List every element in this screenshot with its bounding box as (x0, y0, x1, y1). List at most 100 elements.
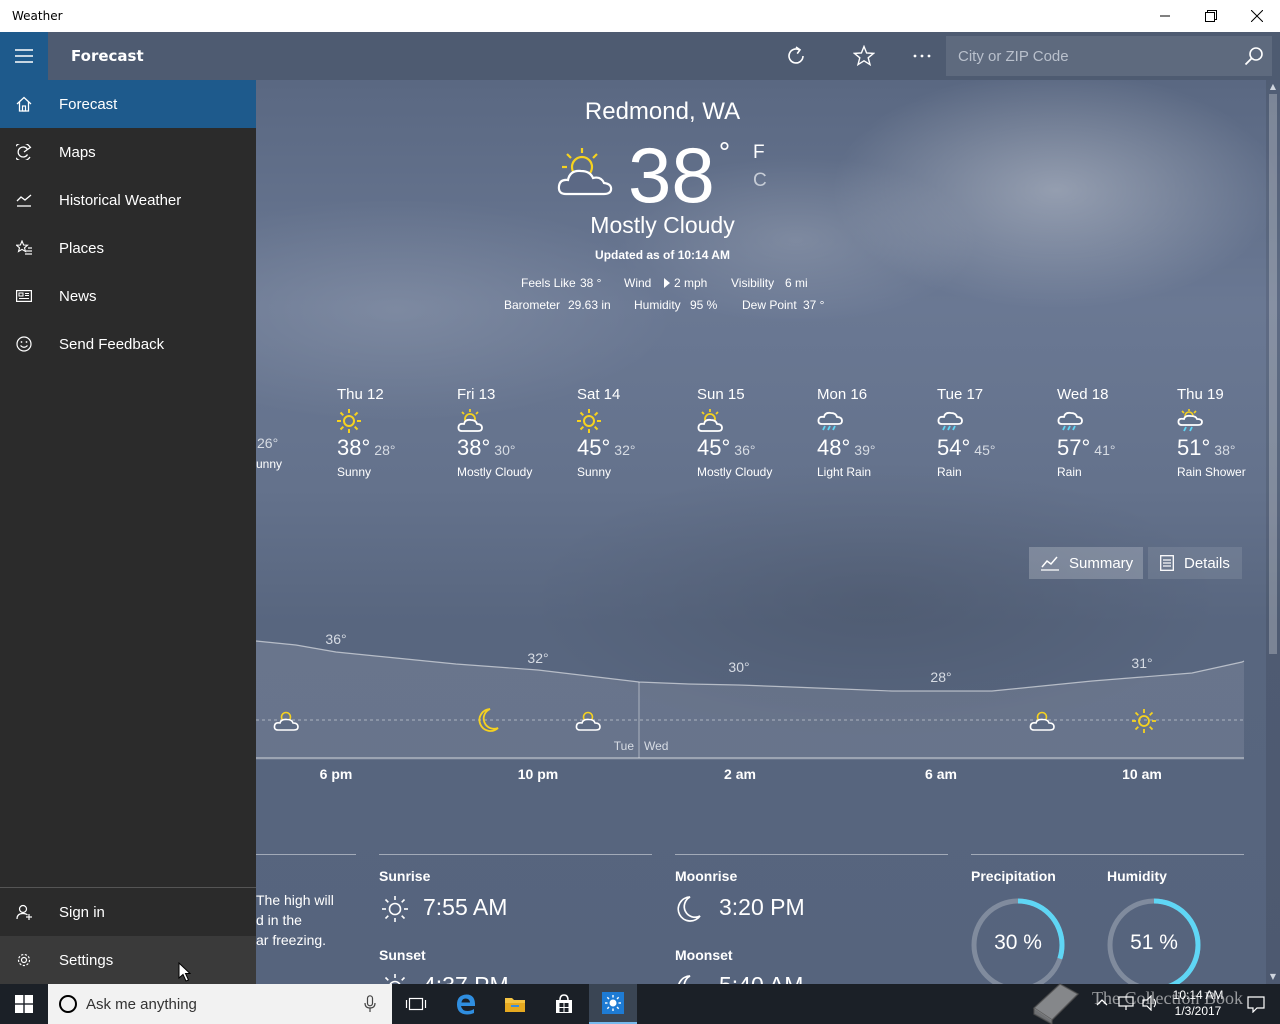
chevron-up-icon[interactable] (1096, 998, 1108, 1006)
mouse-cursor-icon (178, 962, 191, 982)
humidity-value: 95 % (690, 298, 718, 312)
hour-label: 6 pm (319, 766, 353, 782)
nav-item-historical-weather[interactable]: Historical Weather (0, 176, 256, 224)
rain-icon (817, 411, 843, 431)
feels-like-value: 38 ° (580, 276, 602, 290)
document-list-icon (1160, 555, 1174, 571)
network-icon[interactable] (1118, 995, 1134, 1011)
daily-forecast-day[interactable]: Wed 18 57° 41° Rain (1057, 386, 1175, 479)
sunset-row-clipped: 4:37 PM (379, 971, 659, 984)
weather-app-button[interactable] (589, 984, 637, 1024)
precipitation-label: Precipitation (971, 868, 1056, 884)
task-view-button[interactable] (392, 984, 440, 1024)
partly-cloudy-icon (457, 409, 483, 432)
title-bar: Weather (0, 0, 1280, 32)
hour-label: 10 pm (517, 766, 559, 782)
edge-browser-icon (457, 994, 476, 1015)
nav-item-sign-in[interactable]: Sign in (0, 888, 256, 936)
app-title: Weather (12, 9, 63, 23)
details-tab[interactable]: Details (1148, 547, 1242, 579)
taskbar-clock[interactable]: 10:14 AM 1/3/2017 (1166, 987, 1230, 1019)
microphone-icon[interactable] (364, 995, 376, 1013)
chart-icon (16, 194, 32, 207)
daily-forecast-day[interactable]: Sat 14 45° 32° Sunny (577, 386, 695, 479)
more-button[interactable] (898, 32, 946, 80)
more-icon (913, 54, 931, 58)
updated-time: Updated as of 10:14 AM (595, 248, 730, 262)
hour-label: 2 am (724, 766, 756, 782)
windows-logo-icon (15, 995, 33, 1013)
gear-icon (17, 953, 31, 967)
edge-browser-button[interactable] (442, 984, 490, 1024)
feels-like-label: Feels Like (521, 276, 576, 290)
clock-time: 10:14 AM (1172, 988, 1224, 1002)
precipitation-value: 30 % (994, 931, 1042, 954)
partly-cloudy-icon (557, 148, 613, 196)
daily-forecast-day[interactable]: Thu 12 38° 28° Sunny (337, 386, 455, 479)
task-view-icon (405, 997, 427, 1011)
close-button[interactable] (1234, 0, 1280, 32)
vertical-scrollbar[interactable]: ▲ ▼ (1266, 80, 1280, 984)
rain-shower-icon (1177, 409, 1203, 432)
sunrise-label: Sunrise (379, 868, 431, 884)
cortana-search-input[interactable] (86, 995, 346, 1013)
watermark-book-icon (1032, 983, 1080, 1024)
daily-forecast-day[interactable]: Mon 16 48° 39° Light Rain (817, 386, 935, 479)
temp-label: 28° (930, 669, 951, 685)
sun-icon (337, 409, 361, 433)
hour-label: 10 am (1122, 766, 1162, 782)
app-header: Forecast (0, 32, 1280, 80)
daily-forecast-day[interactable]: Tue 17 54° 45° Rain (937, 386, 1055, 479)
refresh-button[interactable] (772, 32, 820, 80)
unit-celsius-toggle[interactable]: C (753, 170, 767, 192)
panel-divider (379, 854, 652, 855)
nav-item-send-feedback[interactable]: Send Feedback (0, 320, 256, 368)
star-icon (853, 45, 875, 67)
visibility-label: Visibility (731, 276, 775, 290)
scroll-up-arrow-icon[interactable]: ▲ (1266, 80, 1280, 94)
store-button[interactable] (540, 984, 588, 1024)
city-name: Redmond, WA (584, 98, 741, 125)
hourly-temperature-chart: 36° 32° 30° 28° 31° Tue Wed (256, 631, 1245, 760)
window-controls (1142, 0, 1280, 32)
daily-forecast-day[interactable]: Thu 19 51° 38° Rain Shower (1177, 386, 1280, 479)
refresh-icon (788, 46, 804, 64)
nav-item-places[interactable]: Places (0, 224, 256, 272)
scroll-down-arrow-icon[interactable]: ▼ (1266, 970, 1280, 984)
moonset-icon (678, 975, 691, 984)
home-icon (16, 96, 32, 112)
restore-button[interactable] (1188, 0, 1234, 32)
search-input[interactable] (946, 36, 1236, 76)
cortana-search-box[interactable] (48, 984, 392, 1024)
minimize-button[interactable] (1142, 0, 1188, 32)
moonset-time: 5:40 AM (719, 972, 803, 984)
volume-icon[interactable] (1142, 995, 1160, 1011)
humidity-gauge-label: Humidity (1107, 868, 1167, 884)
sunset-time: 4:37 PM (423, 972, 509, 984)
start-button[interactable] (0, 984, 48, 1024)
action-center-button[interactable] (1232, 984, 1280, 1024)
moonrise-time: 3:20 PM (719, 894, 805, 920)
file-explorer-button[interactable] (491, 984, 539, 1024)
unit-fahrenheit-toggle[interactable]: F (753, 142, 765, 164)
temp-label: 32° (527, 650, 548, 666)
favorite-button[interactable] (840, 32, 888, 80)
summary-tab[interactable]: Summary (1029, 547, 1143, 579)
nav-item-maps[interactable]: Maps (0, 128, 256, 176)
temp-label: 30° (728, 659, 749, 675)
forecast-main: Redmond, WA 38 ° F C Mostly Cloudy Updat… (256, 80, 1280, 984)
visibility-value: 6 mi (785, 276, 808, 290)
scrollbar-thumb[interactable] (1269, 94, 1277, 654)
rain-icon (937, 411, 963, 431)
daily-forecast-day[interactable]: 11 26° unny (256, 386, 300, 471)
daily-forecast-day[interactable]: Fri 13 38° 30° Mostly Cloudy (457, 386, 575, 479)
hamburger-button[interactable] (0, 32, 48, 80)
wind-direction-icon (664, 278, 670, 288)
daily-forecast-day[interactable]: Sun 15 45° 36° Mostly Cloudy (697, 386, 815, 479)
barometer-label: Barometer (504, 298, 561, 312)
nav-item-forecast[interactable]: Forecast (0, 80, 256, 128)
nav-item-settings[interactable]: Settings (0, 936, 256, 984)
search-button[interactable] (1236, 36, 1272, 76)
nav-item-news[interactable]: News (0, 272, 256, 320)
close-icon (1251, 10, 1263, 22)
